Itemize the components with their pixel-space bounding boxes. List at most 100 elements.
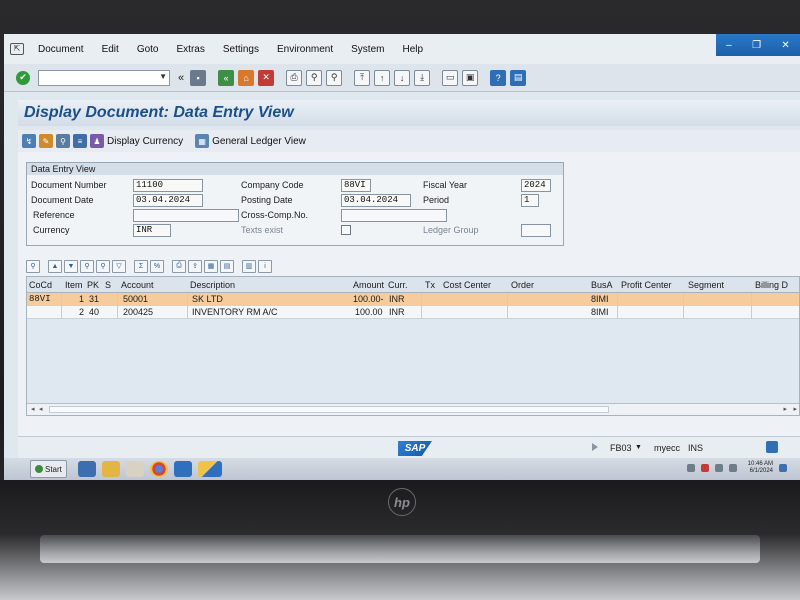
- menu-environment[interactable]: Environment: [277, 44, 333, 55]
- cross-comp-field[interactable]: [341, 209, 447, 222]
- col-description[interactable]: Description: [190, 280, 235, 290]
- enter-check-icon[interactable]: ✔: [16, 70, 30, 85]
- tray-security-icon[interactable]: [700, 464, 709, 472]
- col-curr[interactable]: Curr.: [388, 280, 408, 290]
- select-layout-icon[interactable]: ▤: [220, 259, 234, 273]
- shortcut-icon[interactable]: ▣: [462, 69, 479, 86]
- first-page-icon[interactable]: ⤒: [354, 69, 371, 86]
- reference-field[interactable]: [133, 209, 239, 222]
- ledger-group-field[interactable]: [521, 224, 551, 237]
- taskbar-clock[interactable]: 10:46 AM 6/1/2024: [748, 461, 773, 475]
- new-session-icon[interactable]: ▭: [442, 69, 459, 86]
- scroll-left-step-icon[interactable]: ◂: [39, 405, 43, 413]
- tray-volume-icon[interactable]: [728, 464, 737, 472]
- document-number-field[interactable]: 11100: [133, 179, 203, 192]
- texts-exist-checkbox[interactable]: [341, 225, 351, 235]
- chrome-icon[interactable]: [149, 461, 168, 477]
- status-expand-icon[interactable]: [592, 443, 598, 451]
- sap-gui-task-icon[interactable]: [197, 461, 222, 477]
- col-order[interactable]: Order: [511, 280, 534, 290]
- edit-document-icon[interactable]: ✎: [39, 134, 53, 148]
- col-tx[interactable]: Tx: [425, 280, 435, 290]
- info-icon[interactable]: i: [258, 259, 272, 273]
- exit-icon[interactable]: ⌂: [238, 69, 255, 86]
- cancel-icon[interactable]: ✕: [258, 69, 275, 86]
- sort-descending-icon[interactable]: ▼: [64, 259, 78, 273]
- save-icon[interactable]: ▪: [190, 69, 207, 86]
- close-icon[interactable]: ✕: [781, 40, 789, 51]
- chevron-down-icon[interactable]: ▼: [159, 72, 167, 81]
- posting-date-field[interactable]: 03.04.2024: [341, 194, 411, 207]
- table-row[interactable]: 88VI 1 31 50001 SK LTD 100.00- INR 8IMI: [27, 293, 799, 306]
- col-billing[interactable]: Billing D: [755, 280, 788, 290]
- minimize-icon[interactable]: –: [726, 40, 732, 51]
- menu-settings[interactable]: Settings: [223, 44, 259, 55]
- status-dropdown-icon[interactable]: ▼: [635, 444, 642, 451]
- find-next-icon[interactable]: ⚲: [326, 69, 343, 86]
- tray-network-icon[interactable]: [714, 464, 723, 472]
- col-busa[interactable]: BusA: [591, 280, 613, 290]
- scrollbar-thumb[interactable]: [49, 406, 609, 413]
- print-icon[interactable]: ⎙: [286, 69, 303, 86]
- col-cost-center[interactable]: Cost Center: [443, 280, 491, 290]
- col-profit-center[interactable]: Profit Center: [621, 280, 672, 290]
- col-cocd[interactable]: CoCd: [29, 280, 52, 290]
- previous-page-icon[interactable]: ↑: [374, 69, 391, 86]
- col-item[interactable]: Item: [65, 280, 83, 290]
- menu-help[interactable]: Help: [402, 44, 423, 55]
- details-icon[interactable]: ⚲: [26, 259, 40, 273]
- show-desktop-icon[interactable]: [779, 464, 787, 472]
- fiscal-year-field[interactable]: 2024: [521, 179, 551, 192]
- other-document-icon[interactable]: ↯: [22, 134, 36, 148]
- scroll-left-icon[interactable]: ◂: [31, 405, 35, 413]
- scroll-right-step-icon[interactable]: ▸: [783, 405, 787, 413]
- company-code-field[interactable]: 88VI: [341, 179, 371, 192]
- col-segment[interactable]: Segment: [688, 280, 724, 290]
- print-preview-icon[interactable]: ⎙: [172, 259, 186, 273]
- folder-icon[interactable]: [101, 461, 120, 477]
- subtotal-icon[interactable]: %: [150, 259, 164, 273]
- currency-field[interactable]: INR: [133, 224, 171, 237]
- general-ledger-view-button[interactable]: General Ledger View: [212, 136, 306, 147]
- display-currency-icon[interactable]: ♟: [90, 134, 104, 148]
- table-row[interactable]: 2 40 200425 INVENTORY RM A/C 100.00 INR …: [27, 306, 799, 319]
- menu-exit-icon[interactable]: ⇱: [10, 43, 24, 55]
- find-icon[interactable]: ⚲: [306, 69, 323, 86]
- menu-system[interactable]: System: [351, 44, 384, 55]
- display-currency-button[interactable]: Display Currency: [107, 136, 183, 147]
- back-icon[interactable]: «: [218, 69, 235, 86]
- document-date-field[interactable]: 03.04.2024: [133, 194, 203, 207]
- export-icon[interactable]: ⇪: [188, 259, 202, 273]
- help-icon[interactable]: ?: [490, 69, 507, 86]
- col-s[interactable]: S: [105, 280, 111, 290]
- col-pk[interactable]: PK: [87, 280, 99, 290]
- tray-arrow-icon[interactable]: [686, 464, 695, 472]
- graphic-icon[interactable]: ▥: [242, 259, 256, 273]
- layout-icon[interactable]: ▦: [204, 259, 218, 273]
- menu-goto[interactable]: Goto: [137, 44, 159, 55]
- total-icon[interactable]: Σ: [134, 259, 148, 273]
- collapse-command-icon[interactable]: «: [178, 72, 184, 84]
- menu-extras[interactable]: Extras: [177, 44, 205, 55]
- menu-document[interactable]: Document: [38, 44, 84, 55]
- filter-icon[interactable]: ▽: [112, 259, 126, 273]
- customize-layout-icon[interactable]: ▤: [510, 69, 527, 86]
- sort-ascending-icon[interactable]: ▲: [48, 259, 62, 273]
- search-icon[interactable]: ⚲: [56, 134, 70, 148]
- horizontal-scrollbar[interactable]: ◂ ◂ ▸ ▸: [27, 403, 799, 415]
- start-button[interactable]: Start: [30, 460, 67, 478]
- col-account[interactable]: Account: [121, 280, 154, 290]
- explorer-icon[interactable]: [125, 461, 144, 477]
- col-amount[interactable]: Amount: [353, 280, 384, 290]
- general-ledger-icon[interactable]: ▦: [195, 134, 210, 148]
- menu-edit[interactable]: Edit: [102, 44, 119, 55]
- ie-icon[interactable]: [77, 461, 96, 477]
- last-page-icon[interactable]: ⤓: [414, 69, 431, 86]
- next-page-icon[interactable]: ↓: [394, 69, 411, 86]
- command-field[interactable]: ▼: [38, 69, 170, 86]
- scroll-right-icon[interactable]: ▸: [793, 405, 797, 413]
- sap-logon-icon[interactable]: [173, 461, 192, 477]
- find-next-grid-icon[interactable]: ⚲: [96, 259, 110, 273]
- maximize-icon[interactable]: ❐: [752, 40, 761, 51]
- period-field[interactable]: 1: [521, 194, 539, 207]
